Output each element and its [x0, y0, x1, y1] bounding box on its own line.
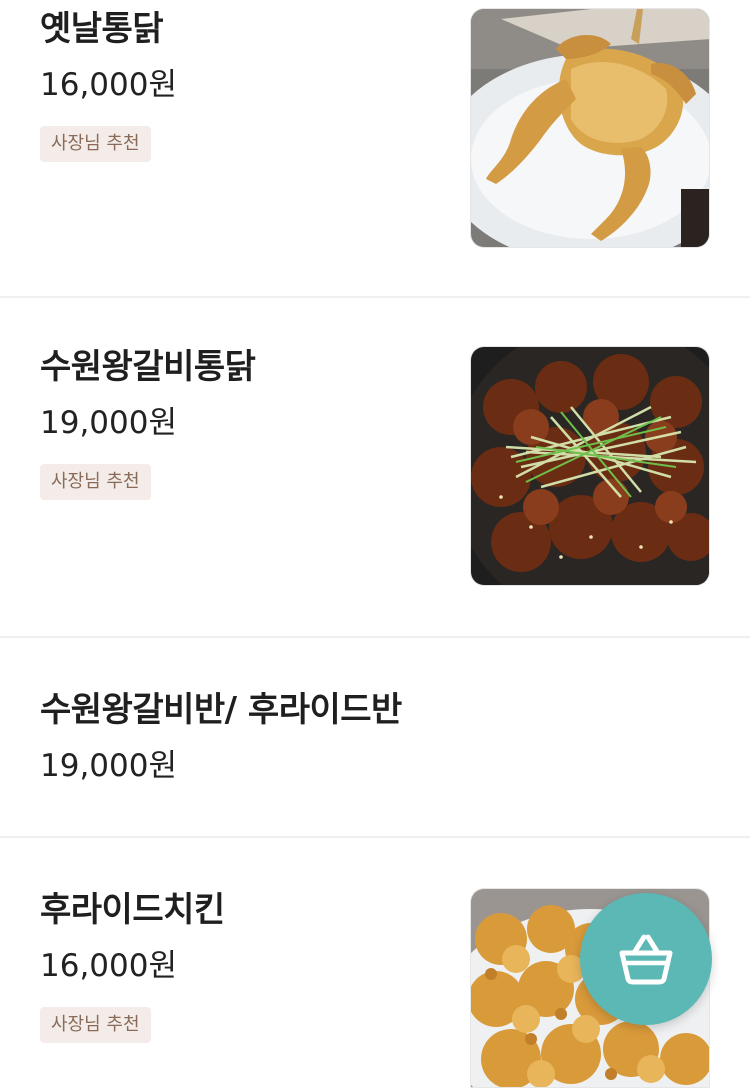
recommend-badge: 사장님 추천 [40, 1007, 151, 1043]
menu-item-name: 수원왕갈비통닭 [40, 347, 256, 387]
menu-item-image[interactable] [470, 346, 710, 586]
basket-icon [619, 934, 673, 985]
menu-item-yetnal-tongdak[interactable]: 옛날통닭 16,000원 사장님 추천 [0, 0, 750, 298]
menu-item-price: 19,000원 [40, 405, 177, 441]
recommend-badge: 사장님 추천 [40, 126, 151, 162]
menu-item-price: 16,000원 [40, 67, 177, 103]
menu-item-name: 후라이드치킨 [40, 890, 225, 930]
menu-item-half-galbi-half-fried[interactable]: 수원왕갈비반/ 후라이드반 19,000원 [0, 638, 750, 838]
menu-item-price: 19,000원 [40, 748, 177, 784]
menu-item-name: 수원왕갈비반/ 후라이드반 [40, 690, 402, 730]
roast-whole-chicken-photo [471, 9, 709, 247]
menu-item-price: 16,000원 [40, 948, 177, 984]
galbi-glazed-chicken-photo [471, 347, 709, 585]
cart-button[interactable] [580, 893, 712, 1025]
menu-item-image[interactable] [470, 8, 710, 248]
menu-item-name: 옛날통닭 [40, 9, 164, 49]
recommend-badge: 사장님 추천 [40, 464, 151, 500]
menu-item-suwon-galbi-tongdak[interactable]: 수원왕갈비통닭 19,000원 사장님 추천 [0, 298, 750, 638]
